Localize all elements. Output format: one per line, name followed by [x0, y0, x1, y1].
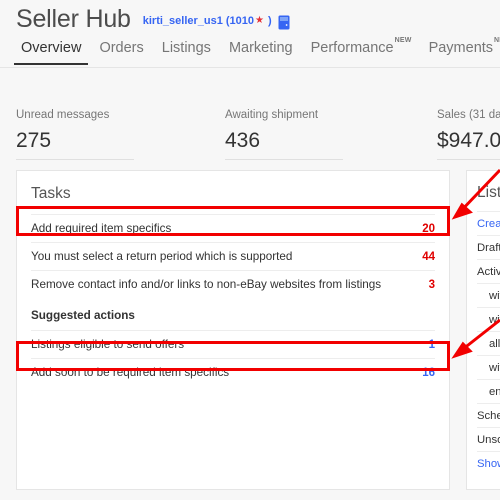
tab-payments-label: Payments	[428, 40, 494, 56]
stat-unread-messages[interactable]: Unread messages 275	[16, 108, 216, 160]
stat-awaiting-shipment-label: Awaiting shipment	[225, 109, 319, 121]
tab-performance-label: Performance	[310, 40, 394, 56]
tab-listings[interactable]: Listings	[153, 38, 220, 65]
user-identity[interactable]: kirti_seller_us1 (1010 ★ )	[143, 14, 290, 29]
tab-performance-new-badge: NEW	[394, 37, 412, 45]
task-row[interactable]: You must select a return period which is…	[31, 242, 435, 270]
listings-row-with-no-views[interactable]: with no views	[477, 355, 500, 379]
stat-unread-messages-value: 275	[16, 129, 52, 152]
page-header: Seller Hub kirti_seller_us1 (1010 ★ ) Ov…	[0, 0, 500, 72]
task-row-label: You must select a return period which is…	[31, 250, 293, 263]
tab-orders[interactable]: Orders	[90, 38, 152, 65]
stat-underline	[437, 159, 500, 160]
listings-row-with-watchers[interactable]: with watchers	[477, 307, 500, 331]
tab-marketing[interactable]: Marketing	[220, 38, 302, 65]
listings-row-all-eligible[interactable]: all eligible	[477, 331, 500, 355]
task-row-label: Listings eligible to send offers	[31, 338, 185, 351]
user-name-link[interactable]: kirti_seller_us1	[143, 14, 223, 28]
listings-card: Listings Create listing Drafts Active wi…	[466, 170, 500, 490]
tab-overview-label: Overview	[21, 40, 82, 56]
stat-sales[interactable]: Sales (31 days $947.02	[437, 108, 500, 160]
stat-underline	[225, 159, 343, 160]
listings-row-label: Scheduled	[477, 409, 500, 422]
task-row-count: 3	[428, 278, 435, 291]
stat-underline	[16, 159, 134, 160]
listings-row-label: Show all	[477, 457, 500, 470]
tab-overview[interactable]: Overview	[12, 38, 90, 65]
tab-payments[interactable]: PaymentsNEW	[420, 37, 500, 65]
tasks-card-title: Tasks	[31, 185, 71, 202]
tab-performance[interactable]: PerformanceNEW	[302, 37, 420, 65]
listings-row-label: all eligible	[489, 337, 500, 350]
task-row[interactable]: Add required item specifics 20	[31, 214, 435, 242]
task-row-count: 16	[422, 366, 435, 379]
feedback-score: (1010	[225, 15, 254, 27]
listings-row-show-all[interactable]: Show all	[477, 451, 500, 475]
task-row-label: Remove contact info and/or links to non-…	[31, 278, 382, 291]
seller-hub-page: Seller Hub kirti_seller_us1 (1010 ★ ) Ov…	[0, 0, 500, 500]
stat-sales-value: $947.02	[437, 129, 500, 152]
listings-row-label: Create listing	[477, 217, 500, 230]
task-row-label: Add required item specifics	[31, 222, 172, 235]
stat-awaiting-shipment[interactable]: Awaiting shipment 436	[225, 108, 425, 160]
suggested-actions-heading: Suggested actions	[31, 309, 135, 322]
storefront-icon[interactable]	[278, 15, 290, 30]
task-row-label: Add soon to be required item specifics	[31, 366, 230, 379]
tasks-card: Tasks Add required item specifics 20 You…	[16, 170, 450, 490]
listings-row-active[interactable]: Active	[477, 259, 500, 283]
task-row-count: 1	[428, 338, 435, 351]
listings-row-with-offers[interactable]: with offers	[477, 283, 500, 307]
tab-payments-new-badge: NEW	[494, 37, 500, 45]
page-title: Seller Hub	[16, 5, 131, 33]
listings-card-title: Listings	[477, 184, 500, 201]
stats-row: Unread messages 275 Awaiting shipment 43…	[0, 78, 500, 160]
listings-row-label: ending soon	[489, 385, 500, 398]
task-row[interactable]: Remove contact info and/or links to non-…	[31, 270, 435, 298]
tab-orders-label: Orders	[99, 40, 144, 56]
listings-row-label: with offers	[489, 289, 500, 302]
listings-row-scheduled[interactable]: Scheduled	[477, 403, 500, 427]
tasks-list: Add required item specifics 20 You must …	[17, 214, 449, 386]
task-row[interactable]: Listings eligible to send offers 1	[31, 330, 435, 358]
stat-sales-label: Sales (31 days	[437, 109, 500, 121]
task-row[interactable]: Add soon to be required item specifics 1…	[31, 358, 435, 386]
listings-row-label: Unsold	[477, 433, 500, 446]
listings-row-label: Active	[477, 265, 500, 278]
nav-divider	[0, 67, 500, 68]
listings-row-create-listing[interactable]: Create listing	[477, 211, 500, 235]
stat-unread-messages-label: Unread messages	[16, 109, 110, 121]
task-row-count: 20	[422, 222, 435, 235]
tab-marketing-label: Marketing	[228, 40, 293, 56]
main-nav: Overview Orders Listings Marketing Perfo…	[0, 37, 500, 68]
feedback-score-close: )	[267, 15, 272, 27]
tab-listings-label: Listings	[161, 40, 211, 56]
stat-awaiting-shipment-value: 436	[225, 129, 261, 152]
listings-row-label: Drafts	[477, 241, 500, 254]
star-icon: ★	[255, 15, 264, 26]
brand-row: Seller Hub kirti_seller_us1 (1010 ★ )	[16, 4, 290, 34]
listings-row-label: with no views	[489, 361, 500, 374]
listings-row-drafts[interactable]: Drafts	[477, 235, 500, 259]
task-row-count: 44	[422, 250, 435, 263]
listings-row-label: with watchers	[489, 313, 500, 326]
listings-row-ending-soon[interactable]: ending soon	[477, 379, 500, 403]
listings-row-unsold[interactable]: Unsold	[477, 427, 500, 451]
